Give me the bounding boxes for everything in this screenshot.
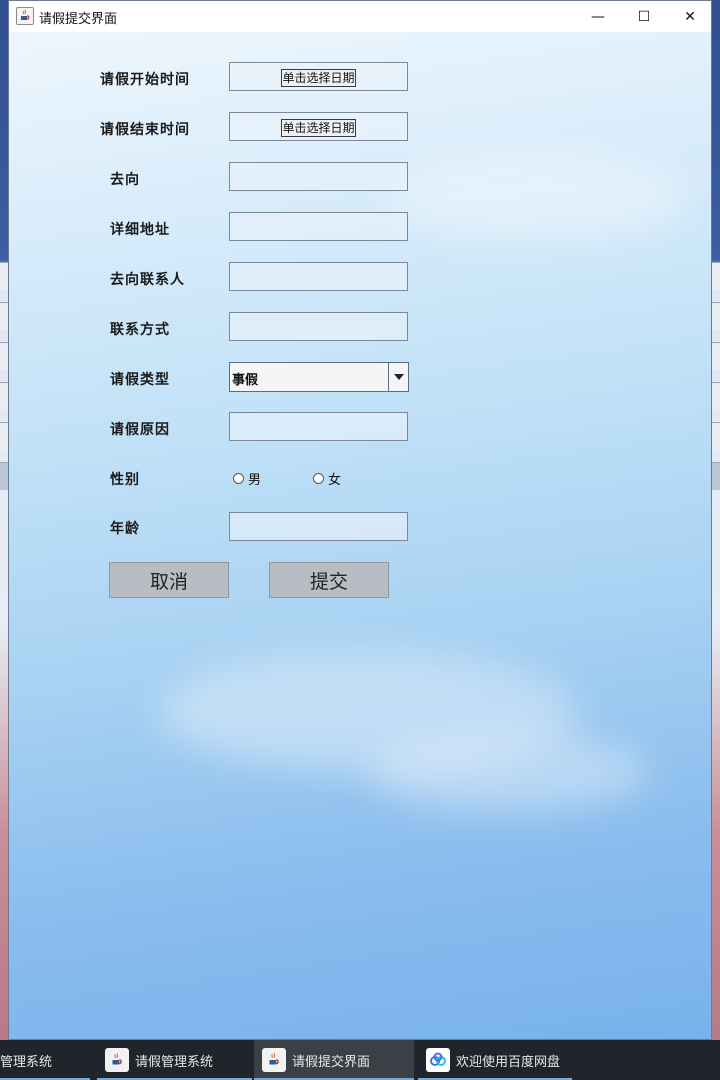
- destination-input[interactable]: [229, 162, 408, 191]
- leave-submit-window: 请假提交界面 — ☐ ✕ 请假开始时间 单击选择日期 请假结束时间 单击选择日期…: [8, 0, 712, 1040]
- radio-circle[interactable]: [233, 473, 244, 484]
- address-input[interactable]: [229, 212, 408, 241]
- reason-label: 请假原因: [110, 422, 170, 438]
- taskbar-item-leave-management[interactable]: 请假管理系统: [97, 1040, 252, 1080]
- baidu-netdisk-icon: [426, 1048, 450, 1072]
- chevron-down-icon[interactable]: [388, 363, 408, 391]
- taskbar: 管理系统 请假管理系统 请假提交界面 欢迎使用百度网盘: [0, 1040, 720, 1080]
- start-date-picker-button[interactable]: 单击选择日期: [281, 69, 356, 87]
- start-time-field: 单击选择日期: [229, 62, 408, 91]
- leave-type-value: 事假: [232, 373, 259, 388]
- cancel-button[interactable]: 取消: [109, 562, 229, 598]
- gender-radio-female[interactable]: 女: [313, 469, 341, 488]
- submit-button[interactable]: 提交: [269, 562, 389, 598]
- end-date-picker-button[interactable]: 单击选择日期: [281, 119, 356, 137]
- java-app-icon: [105, 1048, 129, 1072]
- contact-person-input[interactable]: [229, 262, 408, 291]
- taskbar-item-label: 管理系统: [0, 1054, 53, 1070]
- close-button[interactable]: ✕: [667, 1, 713, 32]
- form-panel: 请假开始时间 单击选择日期 请假结束时间 单击选择日期 去向 详细地址 去向联系…: [9, 32, 711, 1039]
- age-label: 年龄: [110, 521, 140, 537]
- end-time-field: 单击选择日期: [229, 112, 408, 141]
- background-cloud: [369, 732, 649, 812]
- taskbar-item-label: 请假管理系统: [135, 1054, 214, 1070]
- leave-type-select[interactable]: 事假: [229, 362, 409, 392]
- title-bar[interactable]: 请假提交界面 — ☐ ✕: [9, 1, 711, 32]
- window-title: 请假提交界面: [39, 12, 118, 27]
- gender-radio-male[interactable]: 男: [233, 469, 261, 488]
- reason-input[interactable]: [229, 412, 408, 441]
- age-input[interactable]: [229, 512, 408, 541]
- radio-circle[interactable]: [313, 473, 324, 484]
- taskbar-item-label: 欢迎使用百度网盘: [456, 1054, 561, 1070]
- leave-type-label: 请假类型: [110, 372, 170, 388]
- taskbar-item-leave-submit[interactable]: 请假提交界面: [254, 1040, 414, 1080]
- gender-option-label: 女: [328, 473, 342, 488]
- java-app-icon: [262, 1048, 286, 1072]
- contact-person-label: 去向联系人: [110, 272, 185, 288]
- background-cloud: [389, 152, 689, 242]
- taskbar-item-baidu-netdisk[interactable]: 欢迎使用百度网盘: [418, 1040, 572, 1080]
- destination-label: 去向: [110, 172, 140, 188]
- contact-method-label: 联系方式: [110, 322, 170, 338]
- end-time-label: 请假结束时间: [100, 122, 190, 138]
- taskbar-item-management-system[interactable]: 管理系统: [0, 1040, 90, 1080]
- contact-method-input[interactable]: [229, 312, 408, 341]
- gender-label: 性别: [110, 472, 140, 488]
- address-label: 详细地址: [110, 222, 170, 238]
- maximize-button[interactable]: ☐: [621, 1, 667, 32]
- minimize-button[interactable]: —: [575, 1, 621, 32]
- taskbar-item-label: 请假提交界面: [292, 1054, 371, 1070]
- gender-option-label: 男: [248, 473, 262, 488]
- java-app-icon: [16, 7, 34, 25]
- start-time-label: 请假开始时间: [100, 72, 190, 88]
